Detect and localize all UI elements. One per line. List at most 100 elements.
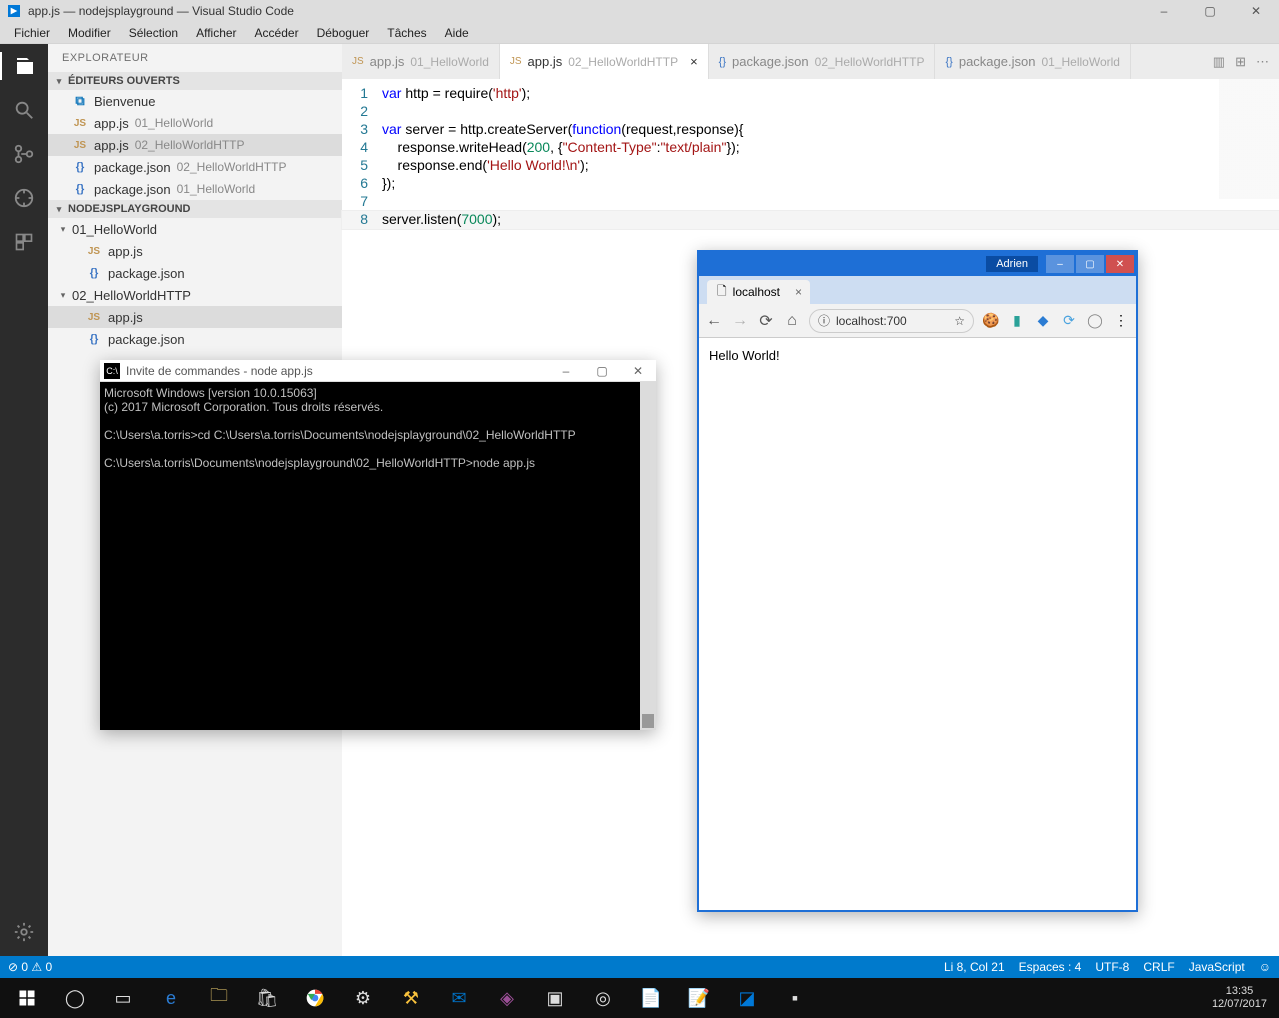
cmd-body[interactable]: Microsoft Windows [version 10.0.15063] (… <box>100 382 656 730</box>
chrome-maximize[interactable]: ▢ <box>1076 255 1104 273</box>
reload-icon[interactable]: ⟳ <box>757 311 775 331</box>
open-editor-item[interactable]: {}package.json01_HelloWorld <box>48 178 342 200</box>
file-item[interactable]: {}package.json <box>48 328 342 350</box>
debug-icon[interactable] <box>10 184 38 212</box>
editor-tab[interactable]: {}package.json02_HelloWorldHTTP <box>709 44 936 79</box>
open-editors-header[interactable]: ÉDITEURS OUVERTS <box>48 72 342 90</box>
cmd-taskbar-icon[interactable]: ▪ <box>772 978 818 1018</box>
status-item[interactable]: Li 8, Col 21 <box>944 960 1005 974</box>
taskview-icon[interactable]: ▭ <box>100 978 146 1018</box>
maximize-button[interactable]: ▢ <box>1187 0 1233 22</box>
tab-close-icon[interactable]: × <box>690 54 698 69</box>
editor-tab[interactable]: JSapp.js01_HelloWorld <box>342 44 500 79</box>
chrome-minimize[interactable]: – <box>1046 255 1074 273</box>
code-line[interactable]: 5 response.end('Hello World!\n'); <box>342 157 1279 175</box>
chrome-taskbar-icon[interactable] <box>292 978 338 1018</box>
chrome-frame[interactable]: Adrien – ▢ ✕ <box>699 252 1136 276</box>
workspace-header[interactable]: NODEJSPLAYGROUND <box>48 200 342 218</box>
menu-fichier[interactable]: Fichier <box>6 24 58 42</box>
close-button[interactable]: ✕ <box>1233 0 1279 22</box>
code-line[interactable]: 4 response.writeHead(200, {"Content-Type… <box>342 139 1279 157</box>
status-problems[interactable]: ⊘ 0 ⚠ 0 <box>8 960 52 974</box>
chrome-close[interactable]: ✕ <box>1106 255 1134 273</box>
folder-item[interactable]: 01_HelloWorld <box>48 218 342 240</box>
outlook-icon[interactable]: ✉ <box>436 978 482 1018</box>
ext-icon-3[interactable]: ◆ <box>1034 312 1052 330</box>
open-editor-item[interactable]: JSapp.js01_HelloWorld <box>48 112 342 134</box>
home-icon[interactable]: ⌂ <box>783 312 801 330</box>
editor-action-2[interactable]: ⋯ <box>1256 54 1269 70</box>
menu-accéder[interactable]: Accéder <box>247 24 307 42</box>
ext-icon-1[interactable]: 🍪 <box>982 312 1000 330</box>
app-icon-3[interactable]: ▣ <box>532 978 578 1018</box>
ext-icon-2[interactable]: ▮ <box>1008 312 1026 330</box>
chrome-user[interactable]: Adrien <box>986 256 1038 272</box>
code-line[interactable]: 1var http = require('http'); <box>342 85 1279 103</box>
editor-tab[interactable]: JSapp.js02_HelloWorldHTTP× <box>500 44 709 79</box>
code-line[interactable]: 3var server = http.createServer(function… <box>342 121 1279 139</box>
system-tray[interactable]: 13:35 12/07/2017 <box>1212 985 1275 1011</box>
edge-icon[interactable]: e <box>148 978 194 1018</box>
explorer-icon[interactable] <box>0 52 48 80</box>
cmd-titlebar[interactable]: C:\ Invite de commandes - node app.js – … <box>100 360 656 382</box>
menu-déboguer[interactable]: Déboguer <box>309 24 378 42</box>
status-item[interactable]: ☺ <box>1259 960 1271 974</box>
start-button[interactable] <box>4 978 50 1018</box>
cmd-minimize[interactable]: – <box>548 364 584 378</box>
status-item[interactable]: JavaScript <box>1189 960 1245 974</box>
code-line[interactable]: 2 <box>342 103 1279 121</box>
visualstudio-icon[interactable]: ◈ <box>484 978 530 1018</box>
minimize-button[interactable]: – <box>1141 0 1187 22</box>
menu-afficher[interactable]: Afficher <box>188 24 244 42</box>
code-line[interactable]: 7 <box>342 193 1279 211</box>
cmd-close[interactable]: ✕ <box>620 364 656 378</box>
app-icon-1[interactable]: ⚙ <box>340 978 386 1018</box>
menu-sélection[interactable]: Sélection <box>121 24 186 42</box>
open-editor-item[interactable]: JSapp.js02_HelloWorldHTTP <box>48 134 342 156</box>
file-item[interactable]: JSapp.js <box>48 306 342 328</box>
address-bar[interactable]: ⓘ localhost:700 ☆ <box>809 309 974 333</box>
menu-tâches[interactable]: Tâches <box>379 24 434 42</box>
ext-icon-4[interactable]: ⟳ <box>1060 312 1078 330</box>
chrome-tab-close[interactable]: × <box>795 285 802 299</box>
info-icon[interactable]: ⓘ <box>818 312 830 329</box>
status-item[interactable]: Espaces : 4 <box>1019 960 1082 974</box>
vscode-taskbar-icon[interactable]: ◪ <box>724 978 770 1018</box>
open-editor-item[interactable]: {}package.json02_HelloWorldHTTP <box>48 156 342 178</box>
folder-item[interactable]: 02_HelloWorldHTTP <box>48 284 342 306</box>
star-icon[interactable]: ☆ <box>954 314 965 328</box>
menu-modifier[interactable]: Modifier <box>60 24 119 42</box>
chrome-tab[interactable]: 🗋 localhost × <box>707 280 810 304</box>
cmd-window[interactable]: C:\ Invite de commandes - node app.js – … <box>100 360 656 730</box>
chrome-window[interactable]: Adrien – ▢ ✕ 🗋 localhost × ← → ⟳ ⌂ ⓘ loc… <box>697 250 1138 912</box>
extensions-icon[interactable] <box>10 228 38 256</box>
app-icon-4[interactable]: ◎ <box>580 978 626 1018</box>
ext-icon-5[interactable]: ◯ <box>1086 312 1104 330</box>
code-line[interactable]: 6}); <box>342 175 1279 193</box>
editor-tab[interactable]: {}package.json01_HelloWorld <box>935 44 1130 79</box>
file-item[interactable]: JSapp.js <box>48 240 342 262</box>
editor-action-1[interactable]: ⊞ <box>1235 54 1246 70</box>
file-explorer-icon[interactable]: 🗀 <box>196 978 242 1018</box>
back-icon[interactable]: ← <box>705 312 723 330</box>
minimap[interactable] <box>1219 79 1279 199</box>
cmd-scrollbar[interactable] <box>640 382 656 730</box>
editor-action-0[interactable]: ▥ <box>1213 54 1225 70</box>
cortana-icon[interactable]: ◯ <box>52 978 98 1018</box>
file-item[interactable]: {}package.json <box>48 262 342 284</box>
chrome-menu-icon[interactable]: ⋮ <box>1112 312 1130 330</box>
cmd-maximize[interactable]: ▢ <box>584 364 620 378</box>
forward-icon[interactable]: → <box>731 312 749 330</box>
app-icon-2[interactable]: ⚒ <box>388 978 434 1018</box>
scm-icon[interactable] <box>10 140 38 168</box>
search-icon[interactable] <box>10 96 38 124</box>
status-item[interactable]: CRLF <box>1143 960 1174 974</box>
app-icon-5[interactable]: 📄 <box>628 978 674 1018</box>
store-icon[interactable]: 🛍 <box>244 978 290 1018</box>
status-item[interactable]: UTF-8 <box>1095 960 1129 974</box>
code-line[interactable]: 8server.listen(7000); <box>342 211 1279 229</box>
menu-aide[interactable]: Aide <box>437 24 477 42</box>
settings-icon[interactable] <box>10 918 38 946</box>
open-editor-item[interactable]: ⧉Bienvenue <box>48 90 342 112</box>
app-icon-6[interactable]: 📝 <box>676 978 722 1018</box>
